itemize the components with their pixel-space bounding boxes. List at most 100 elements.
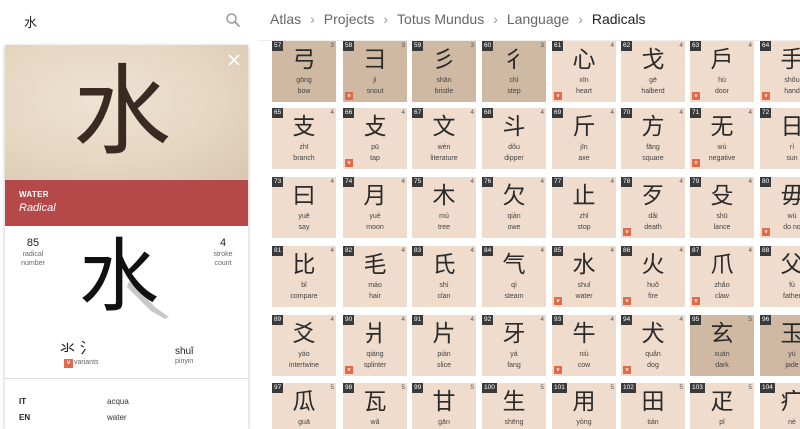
- tile-character: 彐: [363, 47, 387, 73]
- tile-pinyin: fù: [789, 282, 795, 289]
- tile-pinyin: wǎ: [370, 419, 380, 426]
- search-icon[interactable]: [224, 11, 242, 29]
- tile-pinyin: wén: [437, 144, 451, 151]
- radical-tile[interactable]: 86 4 火 huǒ fire v: [621, 246, 685, 307]
- radical-tile[interactable]: 68 4 斗 dǒu dipper: [482, 108, 546, 169]
- radical-tile[interactable]: 74 4 月 yuè moon: [343, 177, 407, 238]
- radical-tile[interactable]: 1045疒nè: [760, 383, 800, 429]
- radical-number-stat: 85 radical number: [15, 237, 51, 268]
- radical-tile[interactable]: 965玉yùjade: [760, 315, 800, 376]
- tile-character: 弓: [292, 47, 316, 73]
- radical-tile[interactable]: 58 3 彐 jì snout v: [343, 41, 407, 102]
- radical-tile[interactable]: 97 5 瓜 guā: [272, 383, 336, 429]
- tile-character: 文: [432, 114, 456, 140]
- tile-character: 日: [780, 114, 800, 140]
- variant-badge: v: [623, 366, 631, 374]
- variant-badge: v: [64, 359, 73, 368]
- radical-tile[interactable]: 66 4 攴 pū tap v: [343, 108, 407, 169]
- radical-tile[interactable]: 62 4 戈 gē halberd: [621, 41, 685, 102]
- tile-character: 无: [710, 114, 734, 140]
- radical-tile[interactable]: 90 4 爿 qiáng splinter v: [343, 315, 407, 376]
- tile-pinyin: bǐ: [301, 282, 307, 289]
- radical-tile[interactable]: 724日rìsun: [760, 108, 800, 169]
- radical-tile[interactable]: 84 4 气 qì steam: [482, 246, 546, 307]
- breadcrumb-projects[interactable]: Projects: [324, 11, 375, 27]
- radical-tile[interactable]: 57 3 弓 gōng bow: [272, 41, 336, 102]
- radical-tile[interactable]: 89 4 爻 yáo intertwine: [272, 315, 336, 376]
- radical-tile[interactable]: 644手shǒuhandv: [760, 41, 800, 102]
- variant-badge: v: [554, 366, 562, 374]
- tile-character: 甘: [432, 389, 456, 415]
- radical-tile[interactable]: 82 4 毛 máo hair: [343, 246, 407, 307]
- variant-badge: v: [345, 92, 353, 100]
- radical-tile[interactable]: 93 4 牛 niú cow v: [552, 315, 616, 376]
- radical-tile[interactable]: 71 4 无 wú negative v: [690, 108, 754, 169]
- tile-pinyin: yáo: [298, 351, 310, 358]
- search-input[interactable]: 水: [24, 12, 37, 31]
- radical-tile[interactable]: 83 4 氏 shì clan: [412, 246, 476, 307]
- tile-meaning: compare: [290, 293, 318, 300]
- radical-tile[interactable]: 91 4 片 piàn slice: [412, 315, 476, 376]
- tile-pinyin: shān: [436, 77, 452, 84]
- radical-tile[interactable]: 87 4 爪 zhǎo claw v: [690, 246, 754, 307]
- tile-meaning: fang: [507, 362, 521, 369]
- radical-tile[interactable]: 92 4 牙 yá fang: [482, 315, 546, 376]
- breadcrumb-language[interactable]: Language: [507, 11, 569, 27]
- tile-pinyin: wú: [787, 213, 797, 220]
- tile-character: 彳: [502, 47, 526, 73]
- radical-tile[interactable]: 69 4 斤 jīn axe: [552, 108, 616, 169]
- tile-character: 爪: [710, 252, 734, 278]
- radical-tile[interactable]: 75 4 木 mù tree: [412, 177, 476, 238]
- tile-meaning: bow: [297, 88, 311, 95]
- hero-character: 水: [73, 55, 172, 169]
- breadcrumb-radicals: Radicals: [591, 11, 646, 27]
- radical-tile[interactable]: 61 4 心 xīn heart v: [552, 41, 616, 102]
- radical-tile[interactable]: 85 4 水 shuǐ water v: [552, 246, 616, 307]
- radical-tile[interactable]: 81 4 比 bǐ compare: [272, 246, 336, 307]
- radical-tile[interactable]: 94 4 犬 quǎn dog v: [621, 315, 685, 376]
- radical-tile[interactable]: 76 4 欠 qiàn owe: [482, 177, 546, 238]
- tile-pinyin: máo: [368, 282, 382, 289]
- breadcrumb-atlas[interactable]: Atlas: [270, 11, 301, 27]
- variant-badge: v: [762, 228, 770, 236]
- close-icon[interactable]: [227, 53, 241, 67]
- tile-pinyin: shēng: [504, 419, 524, 426]
- tile-character: 瓦: [363, 389, 387, 415]
- radical-tile[interactable]: 65 4 支 zhī branch: [272, 108, 336, 169]
- stroke-count-label: stroke count: [213, 251, 233, 267]
- tile-character: 曰: [292, 183, 316, 209]
- radical-tile[interactable]: 70 4 方 fāng square: [621, 108, 685, 169]
- breadcrumb-totus-mundus[interactable]: Totus Mundus: [397, 11, 484, 27]
- radical-detail-panel: 水 WATER Radical 85 radical number 4 stro…: [5, 45, 248, 429]
- variant-badge: v: [554, 92, 562, 100]
- radical-tile[interactable]: 78 4 歹 dǎi death v: [621, 177, 685, 238]
- radical-tile[interactable]: 67 4 文 wén literature: [412, 108, 476, 169]
- radical-tile[interactable]: 100 5 生 shēng: [482, 383, 546, 429]
- tile-meaning: bristle: [434, 88, 454, 95]
- tile-meaning: jade: [785, 362, 799, 369]
- tile-pinyin: huǒ: [647, 282, 659, 289]
- radical-tile[interactable]: 60 3 彳 chì step: [482, 41, 546, 102]
- radical-tile[interactable]: 95 5 玄 xuán dark: [690, 315, 754, 376]
- tile-pinyin: qiàn: [507, 213, 521, 220]
- radical-tile[interactable]: 63 4 戶 hù door v: [690, 41, 754, 102]
- radical-tile[interactable]: 804毋wúdo nov: [760, 177, 800, 238]
- tile-pinyin: niú: [579, 351, 589, 358]
- radical-tile[interactable]: 884父fùfather: [760, 246, 800, 307]
- radical-tile[interactable]: 98 5 瓦 wǎ: [343, 383, 407, 429]
- radical-tile[interactable]: 103 5 疋 pǐ: [690, 383, 754, 429]
- radical-tile[interactable]: 77 4 止 zhǐ stop: [552, 177, 616, 238]
- tile-character: 毋: [780, 183, 800, 209]
- radical-tile[interactable]: 73 4 曰 yuē say: [272, 177, 336, 238]
- radical-tile[interactable]: 101 5 用 yòng: [552, 383, 616, 429]
- radical-tile[interactable]: 102 5 田 tián: [621, 383, 685, 429]
- radical-tile[interactable]: 79 4 殳 shū lance: [690, 177, 754, 238]
- radical-tile[interactable]: 99 5 甘 gān: [412, 383, 476, 429]
- tile-pinyin: wú: [717, 144, 727, 151]
- tile-pinyin: piàn: [437, 351, 451, 358]
- tile-character: 爻: [292, 321, 316, 347]
- radical-subtitle: Radical: [19, 202, 56, 214]
- tile-pinyin: qì: [511, 282, 517, 289]
- radical-tile[interactable]: 59 3 彡 shān bristle: [412, 41, 476, 102]
- search-box[interactable]: 水: [10, 6, 248, 34]
